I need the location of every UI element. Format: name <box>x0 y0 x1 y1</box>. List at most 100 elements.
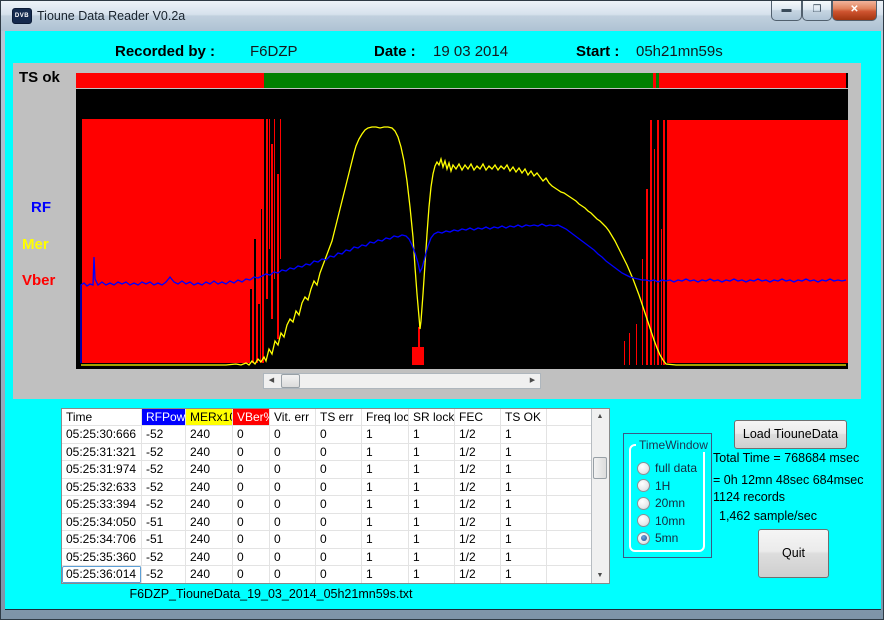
table-cell[interactable]: 0 <box>316 531 362 549</box>
plot-horizontal-scrollbar[interactable]: ◀ ▶ <box>263 373 541 389</box>
table-cell[interactable]: 1 <box>362 496 409 514</box>
title-bar[interactable]: DVB Tioune Data Reader V0.2a ▬ ❐ ✕ <box>1 1 883 31</box>
table-cell[interactable]: 0 <box>233 496 270 514</box>
table-row[interactable]: 05:25:34:050-51240000111/21 <box>62 514 591 532</box>
table-cell[interactable]: 1 <box>409 549 455 567</box>
table-cell[interactable]: 1/2 <box>455 461 501 479</box>
table-cell[interactable]: 1 <box>409 514 455 532</box>
table-cell[interactable]: 1 <box>409 566 455 583</box>
radio-icon[interactable] <box>637 514 650 527</box>
table-cell[interactable]: 0 <box>270 549 316 567</box>
radio-icon[interactable] <box>637 497 650 510</box>
table-cell[interactable]: 0 <box>316 444 362 462</box>
table-cell[interactable]: 0 <box>233 426 270 444</box>
table-cell[interactable]: 240 <box>186 549 233 567</box>
scroll-left-icon[interactable]: ◀ <box>264 374 279 388</box>
table-cell[interactable]: 1 <box>362 461 409 479</box>
table-cell[interactable]: 1 <box>362 549 409 567</box>
table-cell[interactable]: 1 <box>501 426 547 444</box>
table-row[interactable]: 05:25:33:394-52240000111/21 <box>62 496 591 514</box>
table-cell[interactable]: 0 <box>316 426 362 444</box>
table-row[interactable]: 05:25:34:706-51240000111/21 <box>62 531 591 549</box>
table-cell[interactable]: -52 <box>142 496 186 514</box>
table-cell[interactable]: 1 <box>409 426 455 444</box>
table-cell[interactable]: 0 <box>316 479 362 497</box>
table-cell[interactable]: 1 <box>409 496 455 514</box>
scrollbar-thumb[interactable] <box>593 457 607 479</box>
table-cell[interactable]: -52 <box>142 461 186 479</box>
table-cell[interactable]: 1 <box>501 549 547 567</box>
table-cell[interactable]: 05:25:34:050 <box>62 514 142 532</box>
table-cell[interactable]: 1/2 <box>455 549 501 567</box>
table-cell[interactable]: -52 <box>142 566 186 583</box>
table-cell[interactable]: 0 <box>233 444 270 462</box>
table-cell[interactable]: 0 <box>233 549 270 567</box>
table-cell[interactable]: 240 <box>186 461 233 479</box>
table-cell[interactable]: 1 <box>362 514 409 532</box>
table-cell[interactable]: 1 <box>362 566 409 583</box>
table-row[interactable]: 05:25:31:321-52240000111/21 <box>62 444 591 462</box>
table-cell[interactable]: 1 <box>501 566 547 583</box>
table-cell[interactable]: 0 <box>316 496 362 514</box>
table-cell[interactable]: 05:25:31:974 <box>62 461 142 479</box>
table-cell[interactable]: -52 <box>142 444 186 462</box>
table-cell[interactable]: 0 <box>233 514 270 532</box>
minimize-button[interactable]: ▬ <box>771 1 802 21</box>
table-row[interactable]: 05:25:32:633-52240000111/21 <box>62 479 591 497</box>
radio-1h[interactable]: 1H <box>637 478 670 494</box>
table-cell[interactable]: 05:25:32:633 <box>62 479 142 497</box>
scrollbar-thumb[interactable] <box>281 374 300 388</box>
table-cell[interactable]: 0 <box>316 514 362 532</box>
table-cell[interactable]: 1 <box>501 514 547 532</box>
radio-icon[interactable] <box>637 462 650 475</box>
table-cell[interactable]: 05:25:36:014 <box>62 566 142 583</box>
table-row[interactable]: 05:25:31:974-52240000111/21 <box>62 461 591 479</box>
radio-icon[interactable] <box>637 532 650 545</box>
table-row[interactable]: 05:25:30:666-52240000111/21 <box>62 426 591 444</box>
table-cell[interactable]: 1 <box>409 531 455 549</box>
table-cell[interactable]: -51 <box>142 514 186 532</box>
table-cell[interactable]: 1/2 <box>455 531 501 549</box>
scroll-down-icon[interactable]: ▼ <box>592 568 608 583</box>
table-cell[interactable]: 0 <box>270 566 316 583</box>
radio-20mn[interactable]: 20mn <box>637 495 685 511</box>
table-cell[interactable]: 0 <box>270 444 316 462</box>
table-cell[interactable]: 0 <box>316 549 362 567</box>
table-cell[interactable]: 1/2 <box>455 496 501 514</box>
table-cell[interactable]: 1 <box>362 426 409 444</box>
table-cell[interactable]: 1 <box>501 496 547 514</box>
table-cell[interactable]: 0 <box>233 461 270 479</box>
table-cell[interactable]: 1 <box>362 531 409 549</box>
radio-full-data[interactable]: full data <box>637 460 697 476</box>
table-cell[interactable]: 1/2 <box>455 479 501 497</box>
table-cell[interactable]: 240 <box>186 514 233 532</box>
table-cell[interactable]: 1/2 <box>455 426 501 444</box>
table-cell[interactable]: 1 <box>501 479 547 497</box>
table-cell[interactable]: 05:25:34:706 <box>62 531 142 549</box>
table-cell[interactable]: 240 <box>186 531 233 549</box>
table-cell[interactable]: 1 <box>409 479 455 497</box>
scroll-up-icon[interactable]: ▲ <box>592 409 608 424</box>
table-cell[interactable]: 1 <box>501 444 547 462</box>
close-button[interactable]: ✕ <box>832 1 877 21</box>
maximize-button[interactable]: ❐ <box>802 1 832 21</box>
table-cell[interactable]: 240 <box>186 444 233 462</box>
table-cell[interactable]: 0 <box>233 566 270 583</box>
table-row[interactable]: 05:25:35:360-52240000111/21 <box>62 549 591 567</box>
table-row[interactable]: 05:25:36:014-52240000111/21 <box>62 566 591 583</box>
radio-10mn[interactable]: 10mn <box>637 513 685 529</box>
table-cell[interactable]: -52 <box>142 426 186 444</box>
table-cell[interactable]: 1/2 <box>455 444 501 462</box>
radio-5mn[interactable]: 5mn <box>637 530 678 546</box>
table-cell[interactable]: 0 <box>233 479 270 497</box>
table-cell[interactable]: 240 <box>186 479 233 497</box>
table-cell[interactable]: 1 <box>409 461 455 479</box>
table-cell[interactable]: 1 <box>501 531 547 549</box>
table-cell[interactable]: -51 <box>142 531 186 549</box>
table-cell[interactable]: 1 <box>501 461 547 479</box>
table-cell[interactable]: 0 <box>233 531 270 549</box>
table-cell[interactable]: 1 <box>362 479 409 497</box>
table-cell[interactable]: 1/2 <box>455 566 501 583</box>
table-cell[interactable]: -52 <box>142 549 186 567</box>
table-cell[interactable]: 0 <box>316 566 362 583</box>
